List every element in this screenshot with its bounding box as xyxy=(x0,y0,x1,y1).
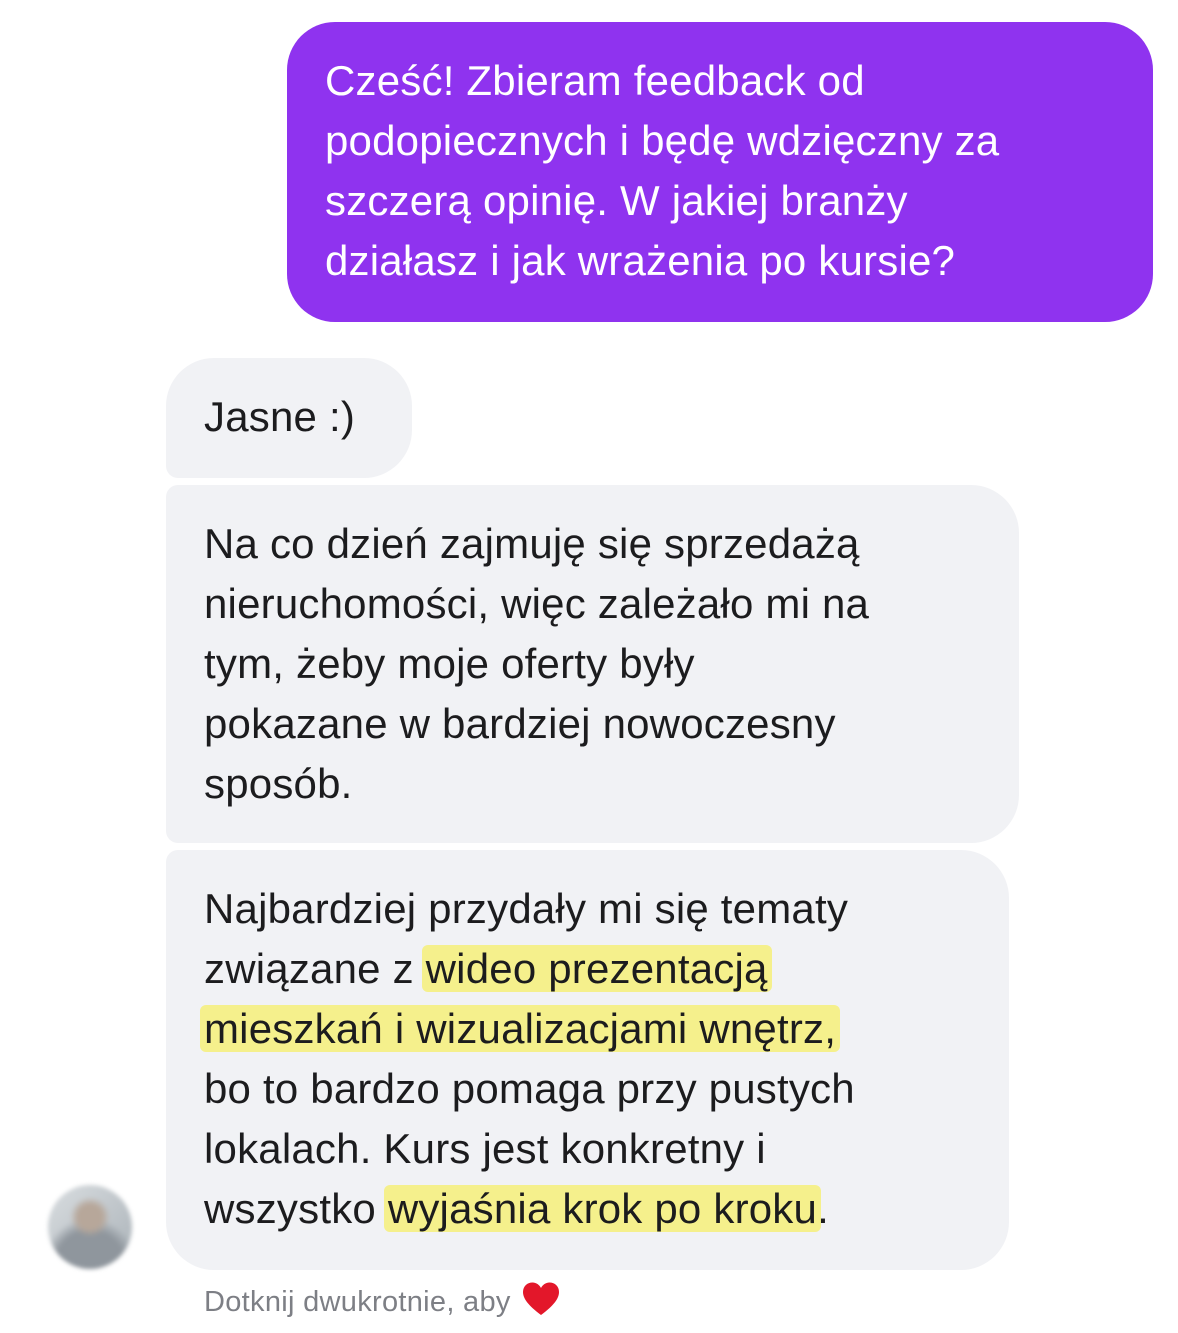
highlighted-text: mieszkań i wizualizacjami wnętrz, xyxy=(200,1005,841,1052)
message-line: sposób. xyxy=(204,760,353,807)
message-line: podopiecznych i będę wdzięczny za xyxy=(325,117,1000,164)
highlighted-text: wyjaśnia krok po kroku xyxy=(383,1185,822,1232)
message-text: . xyxy=(817,1185,829,1232)
avatar[interactable] xyxy=(48,1185,132,1269)
incoming-message-bubble[interactable]: Na co dzień zajmuję się sprzedażą nieruc… xyxy=(166,485,1019,843)
message-line: Najbardziej przydały mi się tematy xyxy=(204,885,849,932)
message-line: wszystko wyjaśnia krok po kroku. xyxy=(204,1179,1009,1239)
incoming-message-bubble[interactable]: Jasne :) xyxy=(166,358,412,478)
message-line: Jasne :) xyxy=(204,393,355,440)
heart-icon[interactable] xyxy=(521,1281,561,1317)
message-line: lokalach. Kurs jest konkretny i xyxy=(204,1125,766,1172)
message-line: Na co dzień zajmuję się sprzedażą xyxy=(204,520,860,567)
message-line: bo to bardzo pomaga przy pustych xyxy=(204,1065,855,1112)
message-text: wszystko xyxy=(204,1185,388,1232)
hint-text: Dotknij dwukrotnie, aby xyxy=(204,1286,511,1318)
message-line: związane z wideo prezentacją xyxy=(204,939,1009,999)
message-line: nieruchomości, więc zależało mi na xyxy=(204,580,870,627)
message-line: tym, żeby moje oferty były xyxy=(204,640,695,687)
double-tap-hint: Dotknij dwukrotnie, aby xyxy=(204,1281,561,1322)
message-line: pokazane w bardziej nowoczesny xyxy=(204,700,836,747)
outgoing-message-bubble[interactable]: Cześć! Zbieram feedback od podopiecznych… xyxy=(287,22,1153,322)
message-line: szczerą opinię. W jakiej branży xyxy=(325,177,908,224)
message-text: związane z xyxy=(204,945,426,992)
message-line: działasz i jak wrażenia po kursie? xyxy=(325,237,956,284)
incoming-message-bubble[interactable]: Najbardziej przydały mi się tematy związ… xyxy=(166,850,1009,1270)
message-line: mieszkań i wizualizacjami wnętrz, xyxy=(200,999,1009,1059)
highlighted-text: wideo prezentacją xyxy=(421,945,772,992)
message-line: Cześć! Zbieram feedback od xyxy=(325,57,865,104)
